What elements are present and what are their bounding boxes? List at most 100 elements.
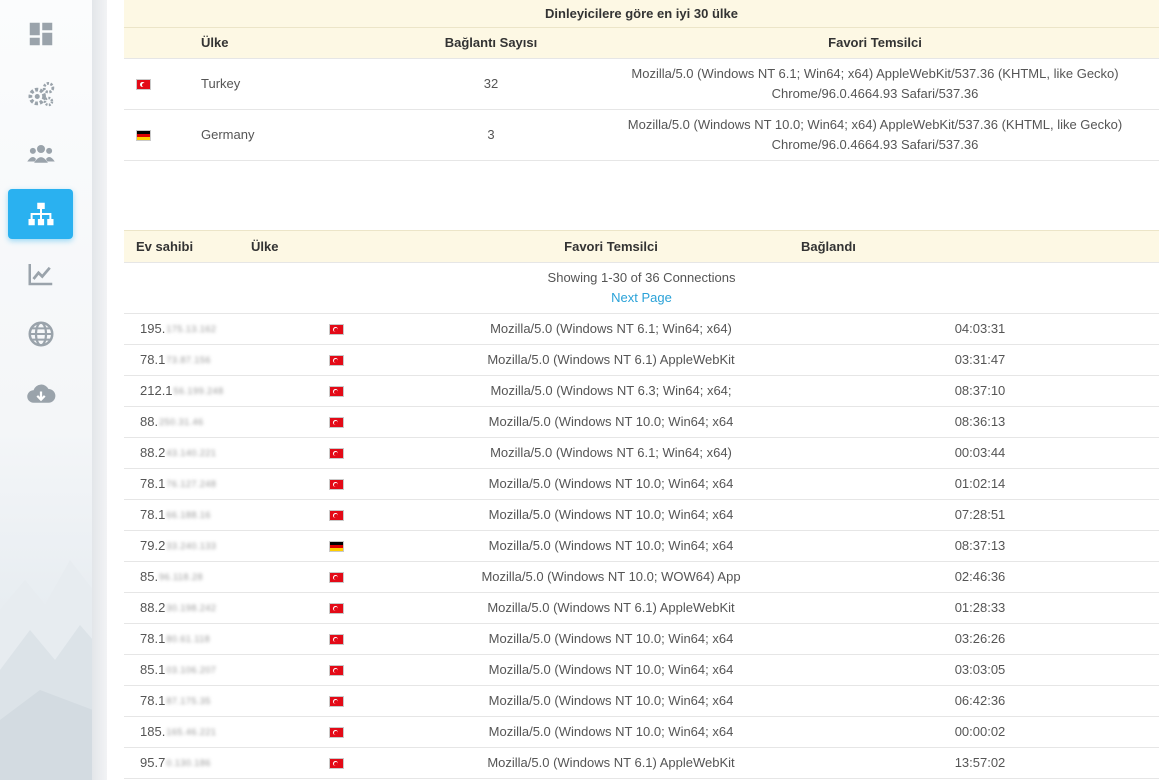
flag-germany-icon [328, 541, 344, 553]
connected-time-cell: 02:46:36 [801, 561, 1159, 593]
host-cell: 95.7 0.130.186 [124, 747, 251, 779]
ip-redacted: 0.130.186 [166, 757, 211, 768]
connected-time-cell: 03:26:26 [801, 623, 1159, 655]
nav-users[interactable] [8, 129, 73, 179]
agent-cell: Mozilla/5.0 (Windows NT 10.0; Win64; x64 [421, 654, 801, 686]
pagination-row: Showing 1-30 of 36 Connections Next Page [124, 262, 1159, 314]
flag-cell [251, 747, 421, 779]
connected-time-cell: 04:03:31 [801, 313, 1159, 345]
ip-visible: 88.2 [140, 600, 166, 615]
ip-redacted: 165.46.221 [166, 726, 217, 737]
table-row: 78.1 80.61.118 Mozilla/5.0 (Windows NT 10.… [124, 623, 1159, 655]
ip-address: 88. 250.31.46 [140, 414, 204, 429]
dashboard-icon [29, 22, 52, 46]
cloud-download-icon [26, 384, 55, 403]
ip-address: 88.2 43.140.221 [140, 445, 216, 460]
ip-redacted: 250.31.46 [159, 416, 204, 427]
nav-dashboard[interactable] [8, 9, 73, 59]
table-row: 212.1 56.199.248 Mozilla/5.0 (Windows NT 6… [124, 375, 1159, 407]
flag-cell [251, 344, 421, 376]
ip-visible: 88.2 [140, 445, 166, 460]
flag-turkey-icon [136, 79, 151, 91]
nav-connections[interactable] [8, 189, 73, 239]
table-row: 78.1 87.175.35 Mozilla/5.0 (Windows NT 10.… [124, 685, 1159, 717]
ip-address: 79.2 33.240.133 [140, 538, 216, 553]
table-row: 88.2 30.198.242 Mozilla/5.0 (Windows NT 6.… [124, 592, 1159, 624]
next-page-link[interactable]: Next Page [611, 290, 672, 305]
ip-redacted: 43.140.221 [166, 447, 217, 458]
connected-time-cell: 06:42:36 [801, 685, 1159, 717]
connections-table: Ev sahibi Ülke Favori Temsilci Bağlandı … [124, 229, 1159, 780]
ip-address: 185. 165.46.221 [140, 724, 216, 739]
flag-turkey-icon [328, 386, 344, 398]
connected-time-cell: 01:02:14 [801, 468, 1159, 500]
ip-address: 78.1 80.61.118 [140, 631, 210, 646]
sitemap-icon [28, 202, 53, 226]
nav-settings[interactable] [8, 69, 73, 119]
count-column-header: Bağlantı Sayısı [391, 26, 591, 59]
ip-visible: 95.7 [140, 755, 166, 770]
ip-redacted: 56.199.248 [173, 385, 224, 396]
ip-redacted: 76.127.248 [166, 478, 217, 489]
agent-cell: Mozilla/5.0 (Windows NT 10.0; Win64; x64… [591, 109, 1159, 161]
ip-visible: 78.1 [140, 476, 166, 491]
agent-cell: Mozilla/5.0 (Windows NT 6.1; Win64; x64)… [591, 58, 1159, 110]
flag-cell [251, 685, 421, 717]
agent-cell: Mozilla/5.0 (Windows NT 10.0; Win64; x64 [421, 406, 801, 438]
nav-download[interactable] [8, 369, 73, 419]
sidebar [0, 0, 93, 780]
agent-cell: Mozilla/5.0 (Windows NT 6.1; Win64; x64) [421, 313, 801, 345]
showing-text: Showing 1-30 of 36 Connections [547, 269, 736, 285]
agent-cell: Mozilla/5.0 (Windows NT 6.3; Win64; x64; [421, 375, 801, 407]
top-countries-table: Dinleyicilere göre en iyi 30 ülke Ülke B… [124, 0, 1159, 161]
nav-web[interactable] [8, 309, 73, 359]
ip-address: 78.1 66.188.16 [140, 507, 211, 522]
pagination-cell: Showing 1-30 of 36 Connections Next Page [124, 262, 1159, 314]
agent-column-header: Favori Temsilci [421, 229, 801, 263]
nav-statistics[interactable] [8, 249, 73, 299]
ip-visible: 78.1 [140, 631, 166, 646]
connected-time-cell: 03:31:47 [801, 344, 1159, 376]
flag-cell [124, 58, 201, 110]
connected-column-header: Bağlandı [801, 229, 1159, 263]
flag-cell [251, 530, 421, 562]
host-cell: 88.2 30.198.242 [124, 592, 251, 624]
connected-time-cell: 08:37:10 [801, 375, 1159, 407]
ip-visible: 85.1 [140, 662, 166, 677]
flag-turkey-icon [328, 758, 344, 770]
connected-time-cell: 01:28:33 [801, 592, 1159, 624]
ip-address: 78.1 73.87.156 [140, 352, 211, 367]
table-row: 85.1 03.106.207 Mozilla/5.0 (Windows NT 10… [124, 654, 1159, 686]
table-row: Turkey 32 Mozilla/5.0 (Windows NT 6.1; Win… [124, 58, 1159, 110]
host-cell: 78.1 80.61.118 [124, 623, 251, 655]
host-cell: 212.1 56.199.248 [124, 375, 251, 407]
host-column-header: Ev sahibi [124, 229, 251, 263]
table-title: Dinleyicilere göre en iyi 30 ülke [124, 0, 1159, 27]
flag-cell [251, 623, 421, 655]
flag-cell [251, 499, 421, 531]
connected-time-cell: 00:03:44 [801, 437, 1159, 469]
table-row: 78.1 76.127.248 Mozilla/5.0 (Windows NT 10… [124, 468, 1159, 500]
table-row: 78.1 66.188.16 Mozilla/5.0 (Windows NT 10.… [124, 499, 1159, 531]
flag-cell [251, 468, 421, 500]
ip-address: 85. 96.118.28 [140, 569, 203, 584]
country-cell: Germany [201, 109, 391, 161]
agent-line: Chrome/96.0.4664.93 Safari/537.36 [771, 85, 979, 101]
ip-visible: 78.1 [140, 507, 166, 522]
ip-redacted: 80.61.118 [166, 633, 211, 644]
ip-visible: 195. [140, 321, 166, 336]
host-cell: 85. 96.118.28 [124, 561, 251, 593]
ip-redacted: 33.240.133 [166, 540, 217, 551]
agent-cell: Mozilla/5.0 (Windows NT 6.1) AppleWebKit [421, 747, 801, 779]
connected-time-cell: 03:03:05 [801, 654, 1159, 686]
flag-turkey-icon [328, 510, 344, 522]
agent-line: Mozilla/5.0 (Windows NT 6.1; Win64; x64)… [631, 65, 1119, 81]
flag-cell [251, 313, 421, 345]
ip-visible: 78.1 [140, 693, 166, 708]
table-row: 85. 96.118.28 Mozilla/5.0 (Windows NT 10.0… [124, 561, 1159, 593]
ip-visible: 212.1 [140, 383, 173, 398]
host-cell: 85.1 03.106.207 [124, 654, 251, 686]
agent-cell: Mozilla/5.0 (Windows NT 10.0; WOW64) App [421, 561, 801, 593]
host-cell: 88.2 43.140.221 [124, 437, 251, 469]
connected-time-cell: 08:36:13 [801, 406, 1159, 438]
